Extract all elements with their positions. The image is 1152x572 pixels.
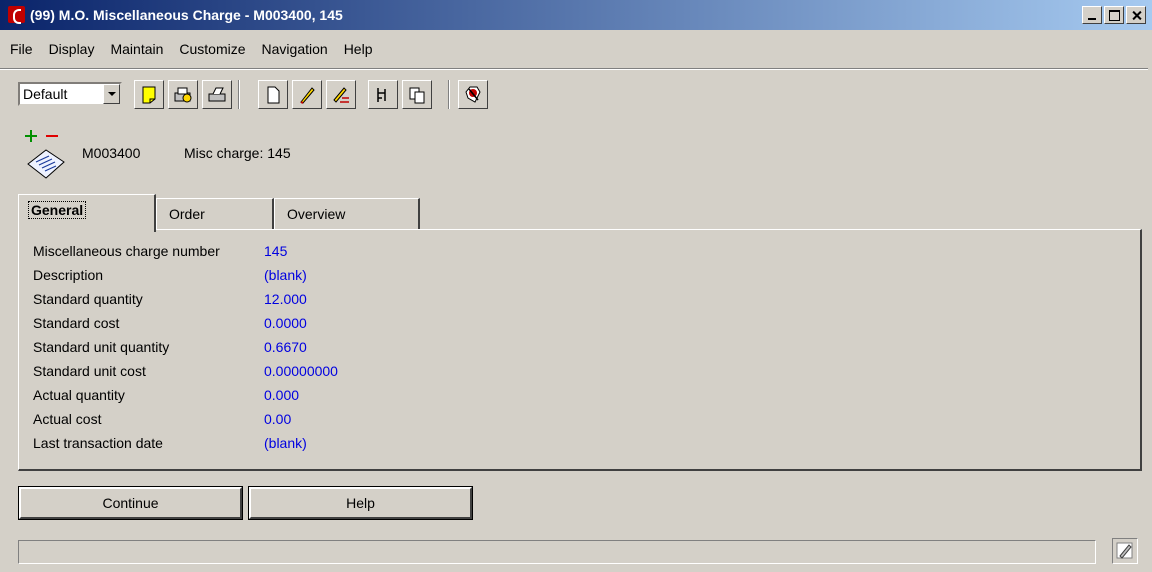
field-value: 0.6670 xyxy=(264,339,307,355)
view-select[interactable]: Default xyxy=(18,82,122,106)
tab-order-label: Order xyxy=(169,206,205,222)
close-icon[interactable] xyxy=(1126,6,1146,24)
status-bar xyxy=(18,540,1096,564)
field-label: Actual cost xyxy=(33,411,102,427)
field-value: 0.000 xyxy=(264,387,300,403)
menu-customize[interactable]: Customize xyxy=(169,38,251,60)
maximize-icon[interactable] xyxy=(1104,6,1124,24)
menu-divider xyxy=(0,68,1148,70)
menu-help[interactable]: Help xyxy=(334,38,379,60)
status-edit-icon[interactable] xyxy=(1112,538,1138,564)
continue-button[interactable]: Continue xyxy=(18,486,243,520)
tree-button[interactable] xyxy=(368,80,398,109)
field-value: 0.00 xyxy=(264,411,292,427)
chevron-down-icon[interactable] xyxy=(103,84,120,104)
new-document-button[interactable] xyxy=(258,80,288,109)
edit-lines-icon xyxy=(333,86,349,103)
print-button[interactable] xyxy=(202,80,232,109)
field-value: 145 xyxy=(264,243,288,259)
title-bar: (99) M.O. Miscellaneous Charge - M003400… xyxy=(0,0,1152,30)
menu-file[interactable]: File xyxy=(0,38,39,60)
new-document-icon xyxy=(267,86,280,103)
field-row: Actual cost 0.00 xyxy=(33,407,633,431)
field-label: Description xyxy=(33,267,104,283)
field-label: Standard quantity xyxy=(33,291,143,307)
tab-overview-label: Overview xyxy=(287,206,346,222)
field-label: Actual quantity xyxy=(33,387,125,403)
toolbar-separator xyxy=(448,80,450,109)
edit-button[interactable] xyxy=(292,80,322,109)
print-icon xyxy=(208,87,226,101)
window-title: (99) M.O. Miscellaneous Charge - M003400… xyxy=(30,7,343,23)
help-button[interactable]: Help xyxy=(248,486,473,520)
window-controls xyxy=(1082,6,1146,24)
field-label: Miscellaneous charge number xyxy=(33,243,220,259)
tab-general[interactable]: General xyxy=(18,194,156,232)
edit-pencil-icon xyxy=(300,86,315,104)
field-label: Standard unit quantity xyxy=(33,339,170,355)
menu-maintain[interactable]: Maintain xyxy=(100,38,169,60)
field-value: (blank) xyxy=(264,435,307,451)
field-row: Standard quantity 12.000 xyxy=(33,287,633,311)
note-button[interactable] xyxy=(134,80,164,109)
menu-navigation[interactable]: Navigation xyxy=(252,38,334,60)
pencil-icon xyxy=(1116,542,1133,559)
field-label: Standard cost xyxy=(33,315,120,331)
note-icon xyxy=(142,86,156,103)
field-row: Miscellaneous charge number 145 xyxy=(33,239,633,263)
app-icon[interactable] xyxy=(8,6,25,24)
field-row: Description (blank) xyxy=(33,263,633,287)
misc-charge-label: Misc charge: 145 xyxy=(184,145,291,161)
field-value: 12.000 xyxy=(264,291,307,307)
view-select-value: Default xyxy=(23,86,68,102)
copy-icon xyxy=(409,87,425,103)
field-row: Standard unit quantity 0.6670 xyxy=(33,335,633,359)
print-preview-button[interactable] xyxy=(168,80,198,109)
general-panel: Miscellaneous charge number 145 Descript… xyxy=(18,229,1142,471)
tab-order[interactable]: Order xyxy=(156,198,274,230)
print-preview-icon xyxy=(174,87,192,102)
menu-display[interactable]: Display xyxy=(39,38,101,60)
edit-lines-button[interactable] xyxy=(326,80,356,109)
tab-general-label: General xyxy=(27,201,87,219)
field-value: 0.0000 xyxy=(264,315,307,331)
field-row: Last transaction date (blank) xyxy=(33,431,633,455)
tree-icon xyxy=(377,87,386,102)
tab-overview[interactable]: Overview xyxy=(274,198,420,230)
field-row: Standard cost 0.0000 xyxy=(33,311,633,335)
copy-button[interactable] xyxy=(402,80,432,109)
misc-charge-icon xyxy=(25,130,65,179)
item-id: M003400 xyxy=(82,145,141,161)
field-row: Standard unit cost 0.00000000 xyxy=(33,359,633,383)
field-value: (blank) xyxy=(264,267,307,283)
toolbar-separator xyxy=(238,80,240,109)
exit-icon xyxy=(465,86,481,103)
field-label: Last transaction date xyxy=(33,435,163,451)
field-label: Standard unit cost xyxy=(33,363,146,379)
exit-button[interactable] xyxy=(458,80,488,109)
field-row: Actual quantity 0.000 xyxy=(33,383,633,407)
field-value: 0.00000000 xyxy=(264,363,338,379)
minimize-icon[interactable] xyxy=(1082,6,1102,24)
menu-bar: File Display Maintain Customize Navigati… xyxy=(0,38,378,60)
